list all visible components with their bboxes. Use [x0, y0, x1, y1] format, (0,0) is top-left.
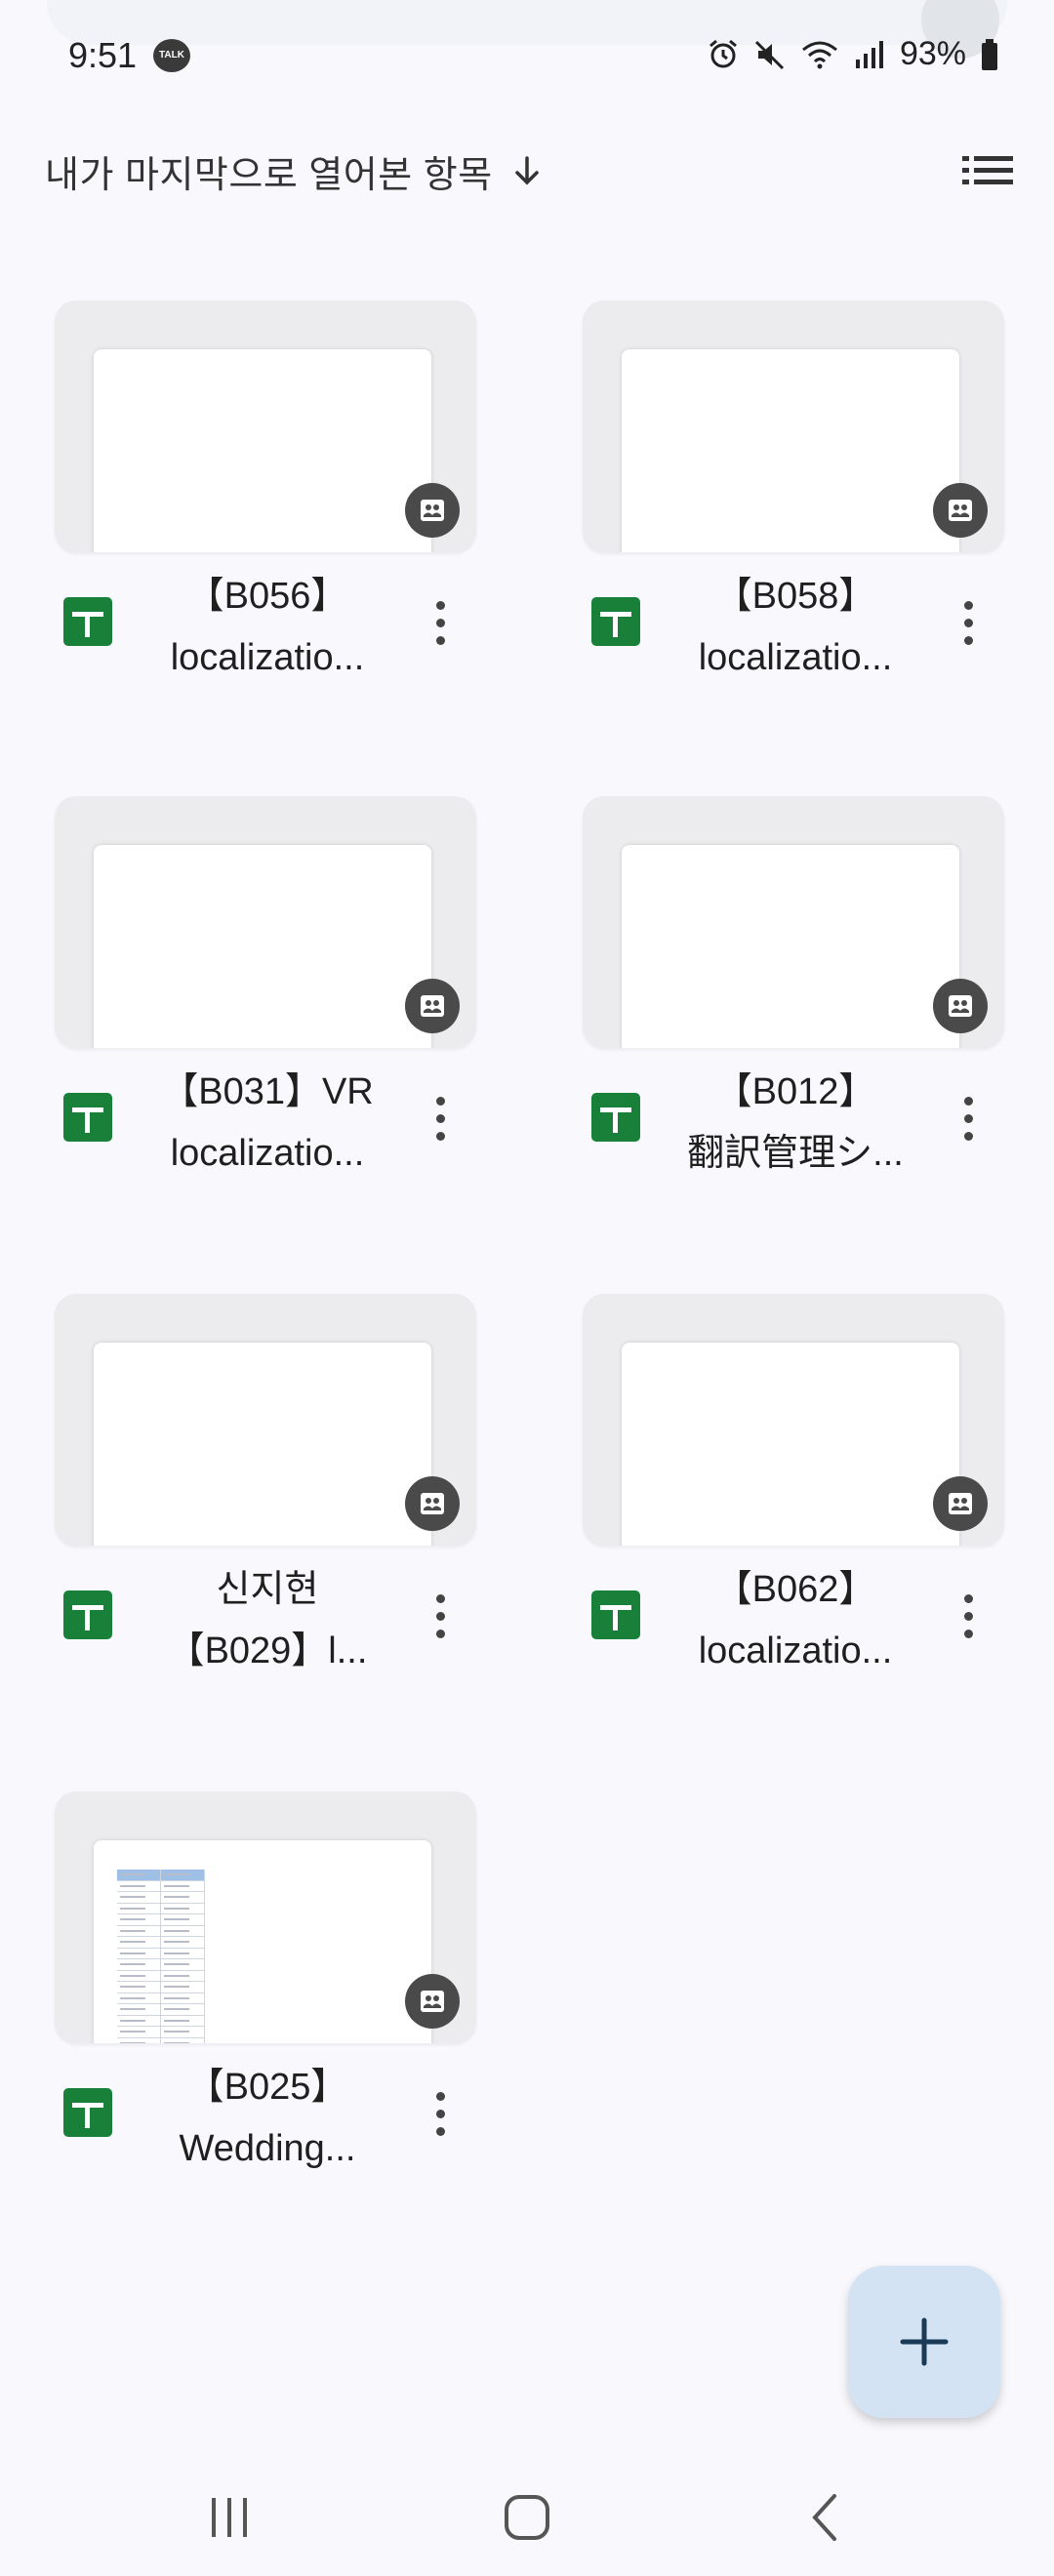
battery-percent: 93% [899, 35, 966, 72]
alarm-icon [709, 39, 737, 67]
file-thumbnail[interactable] [55, 1791, 476, 2043]
thumbnail-page [94, 1840, 431, 2043]
more-options-icon[interactable] [940, 1587, 998, 1645]
file-name: 【B062】 localizatio... [698, 1569, 893, 1671]
back-button[interactable] [781, 2488, 869, 2547]
plus-icon [900, 2317, 949, 2366]
shared-drive-icon [933, 1476, 988, 1531]
google-sheets-icon [591, 1590, 640, 1639]
file-name: 【B058】 localizatio... [698, 576, 893, 678]
file-card[interactable]: 【B056】 localizatio... [55, 301, 476, 691]
more-options-icon[interactable] [412, 1089, 470, 1147]
new-file-button[interactable] [848, 2266, 1000, 2418]
file-card[interactable]: 【B012】 翻訳管理シ... [583, 796, 1004, 1187]
arrow-down-icon [514, 156, 539, 185]
file-card[interactable]: 신지현 【B029】l... [55, 1294, 476, 1684]
home-icon [505, 2495, 549, 2540]
list-view-icon [962, 156, 1013, 184]
back-icon [812, 2494, 836, 2541]
file-name: 【B025】 Wedding... [179, 2067, 356, 2169]
thumbnail-page [94, 845, 431, 1048]
file-thumbnail[interactable] [583, 796, 1004, 1048]
google-sheets-icon [591, 1093, 640, 1142]
google-sheets-icon [591, 597, 640, 646]
more-options-icon[interactable] [412, 1587, 470, 1645]
file-card[interactable]: 【B025】 Wedding... [55, 1791, 476, 2182]
list-view-button[interactable] [960, 146, 1019, 195]
file-card[interactable]: 【B031】VR localizatio... [55, 796, 476, 1187]
more-options-icon[interactable] [412, 593, 470, 652]
mute-icon [754, 40, 784, 69]
home-button[interactable] [483, 2488, 571, 2547]
shared-drive-icon [933, 979, 988, 1033]
shared-drive-icon [933, 483, 988, 538]
kakaotalk-notification-icon: TALK [153, 39, 190, 72]
spreadsheet-preview [117, 1870, 205, 2043]
shared-drive-icon [405, 979, 460, 1033]
status-bar: 9:51 TALK 93% [0, 0, 1054, 107]
file-name: 【B012】 翻訳管理シ... [687, 1071, 904, 1174]
file-name: 【B056】 localizatio... [170, 576, 365, 678]
thumbnail-page [94, 1343, 431, 1546]
file-card[interactable]: 【B058】 localizatio... [583, 301, 1004, 691]
file-name: 【B031】VR localizatio... [161, 1071, 374, 1174]
drive-screen: 9:51 TALK 93% 내가 마지막으로 열어본 항목 【B056】 loc… [0, 0, 1054, 2576]
google-sheets-icon [63, 1093, 112, 1142]
more-options-icon[interactable] [940, 593, 998, 652]
google-sheets-icon [63, 597, 112, 646]
sort-selector[interactable]: 내가 마지막으로 열어본 항목 [45, 141, 544, 200]
system-nav-bar [0, 2459, 1054, 2576]
thumbnail-page [622, 1343, 959, 1546]
file-name: 신지현 【B029】l... [167, 1569, 368, 1671]
file-thumbnail[interactable] [55, 796, 476, 1048]
signal-icon [855, 40, 883, 68]
thumbnail-page [622, 845, 959, 1048]
recents-icon [212, 2498, 247, 2537]
google-sheets-icon [63, 1590, 112, 1639]
status-icons: 93% [707, 35, 999, 73]
more-options-icon[interactable] [940, 1089, 998, 1147]
wifi-icon [801, 41, 837, 68]
shared-drive-icon [405, 483, 460, 538]
file-thumbnail[interactable] [55, 301, 476, 552]
sort-label: 내가 마지막으로 열어본 항목 [45, 154, 493, 196]
file-card[interactable]: 【B062】 localizatio... [583, 1294, 1004, 1684]
shared-drive-icon [405, 1974, 460, 2029]
file-thumbnail[interactable] [583, 1294, 1004, 1546]
thumbnail-page [622, 349, 959, 552]
file-thumbnail[interactable] [583, 301, 1004, 552]
shared-drive-icon [405, 1476, 460, 1531]
status-time: 9:51 [68, 35, 138, 75]
more-options-icon[interactable] [412, 2084, 470, 2143]
file-thumbnail[interactable] [55, 1294, 476, 1546]
google-sheets-icon [63, 2088, 112, 2137]
thumbnail-page [94, 349, 431, 552]
recents-button[interactable] [185, 2488, 273, 2547]
battery-icon [982, 38, 997, 70]
